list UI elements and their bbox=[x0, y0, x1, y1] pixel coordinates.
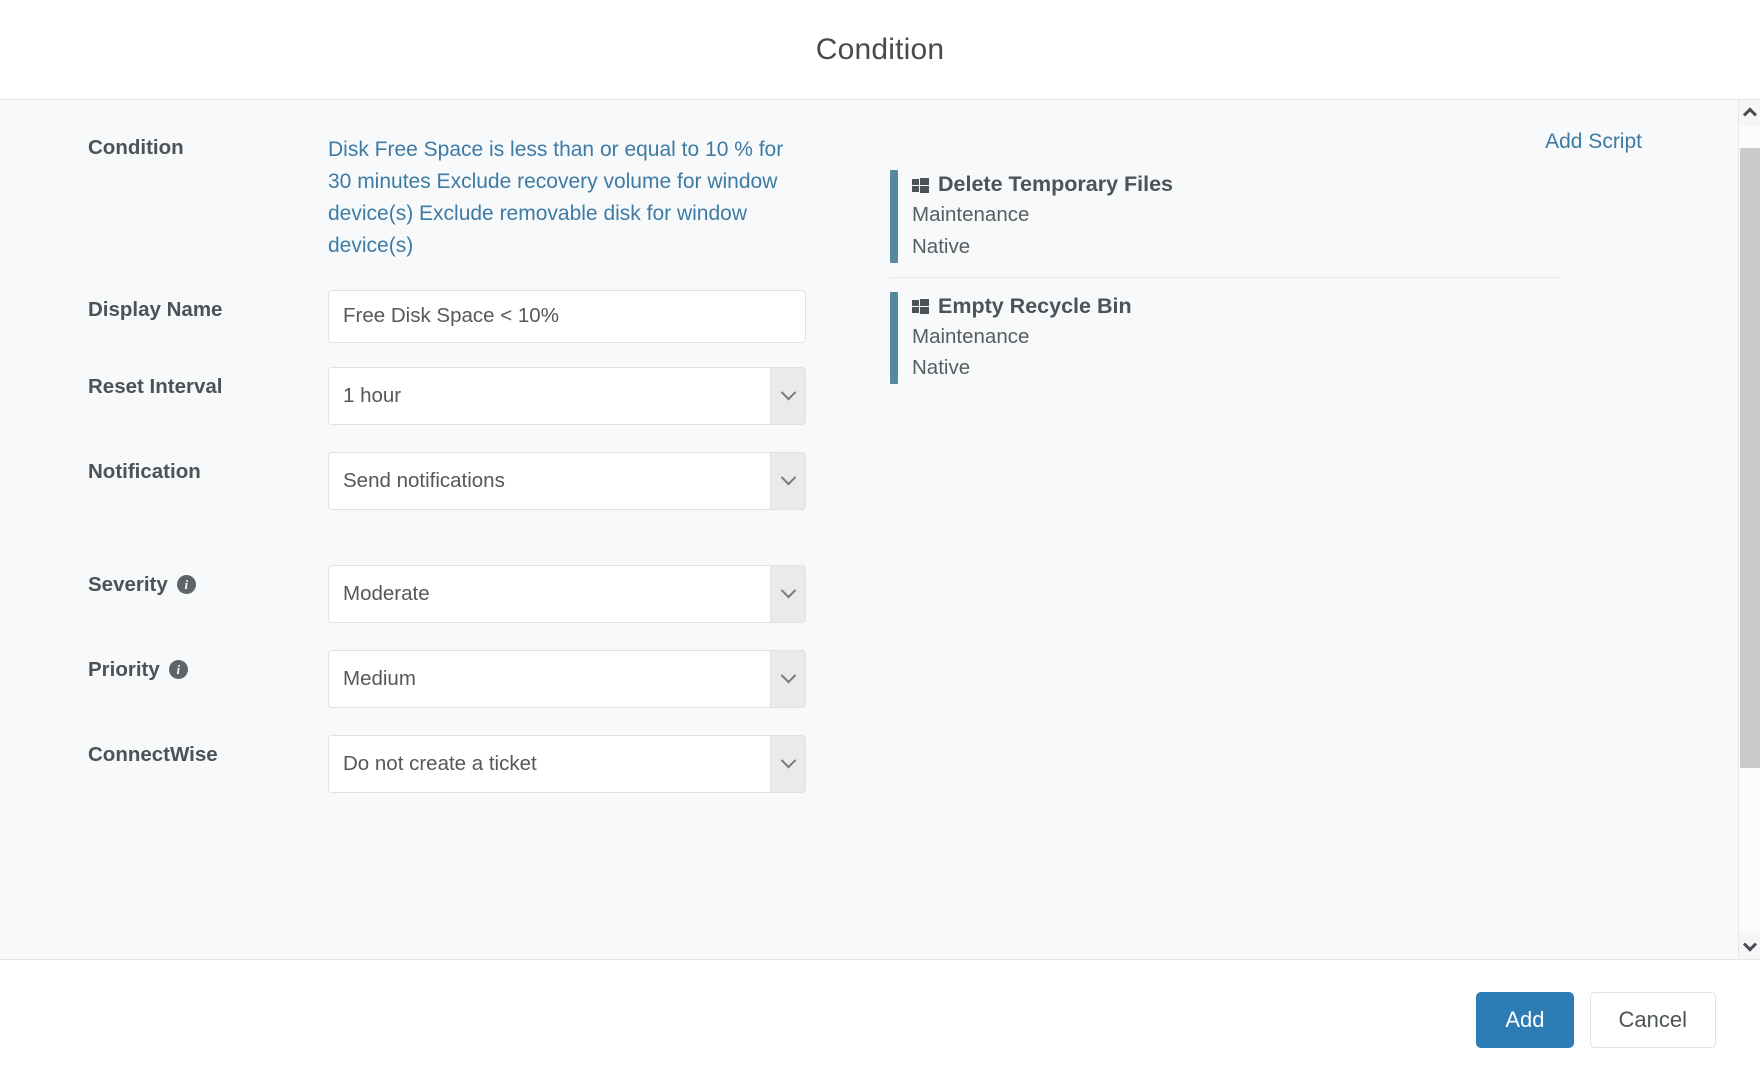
form-row-connectwise: ConnectWise Do not create a ticket bbox=[0, 734, 880, 793]
notification-dropdown-button[interactable] bbox=[770, 452, 805, 509]
scripts-panel: Add Script Delete Temporary Files Mainte… bbox=[880, 100, 1738, 959]
connectwise-value: Do not create a ticket bbox=[343, 751, 537, 775]
script-accent-bar bbox=[890, 291, 898, 385]
add-script-row: Add Script bbox=[890, 130, 1678, 154]
script-title: Empty Recycle Bin bbox=[912, 292, 1562, 321]
priority-dropdown-button[interactable] bbox=[770, 650, 805, 707]
cancel-button[interactable]: Cancel bbox=[1589, 991, 1716, 1048]
info-icon[interactable]: i bbox=[168, 660, 188, 680]
reset-interval-select[interactable]: 1 hour bbox=[328, 366, 806, 425]
chevron-down-icon bbox=[780, 385, 796, 401]
form-row-severity: Severity i Moderate bbox=[0, 564, 880, 623]
severity-label: Severity i bbox=[88, 565, 328, 597]
condition-description: Disk Free Space is less than or equal to… bbox=[328, 138, 784, 257]
script-title: Delete Temporary Files bbox=[912, 170, 1562, 199]
modal-body-content: Condition Disk Free Space is less than o… bbox=[0, 100, 1738, 959]
condition-modal: Condition Condition Disk Free Space is l… bbox=[0, 0, 1760, 1079]
windows-icon bbox=[912, 177, 929, 193]
script-info: Empty Recycle Bin Maintenance Native bbox=[912, 292, 1562, 385]
modal-footer: Add Cancel bbox=[0, 960, 1760, 1079]
add-button[interactable]: Add bbox=[1476, 991, 1574, 1048]
display-name-label: Display Name bbox=[88, 297, 223, 321]
condition-label: Condition bbox=[88, 136, 184, 159]
form-row-display-name: Display Name bbox=[0, 289, 880, 343]
script-title-text: Delete Temporary Files bbox=[938, 172, 1173, 196]
priority-value: Medium bbox=[343, 666, 416, 690]
modal-body: Condition Disk Free Space is less than o… bbox=[0, 100, 1760, 960]
priority-select[interactable]: Medium bbox=[328, 649, 806, 708]
condition-form: Condition Disk Free Space is less than o… bbox=[0, 100, 880, 959]
script-category: Maintenance bbox=[912, 324, 1030, 348]
page-title: Condition bbox=[815, 32, 945, 66]
scroll-down-button[interactable] bbox=[1738, 933, 1760, 959]
chevron-down-icon bbox=[780, 668, 796, 684]
priority-label: Priority i bbox=[88, 650, 328, 682]
notification-select[interactable]: Send notifications bbox=[328, 451, 806, 510]
form-row-condition: Condition Disk Free Space is less than o… bbox=[0, 134, 880, 262]
form-row-priority: Priority i Medium bbox=[0, 649, 880, 708]
scrollbar-thumb[interactable] bbox=[1739, 148, 1760, 768]
severity-label-text: Severity bbox=[88, 572, 168, 596]
form-row-reset-interval: Reset Interval 1 hour bbox=[0, 366, 880, 425]
form-row-notification: Notification Send notifications bbox=[0, 451, 880, 510]
modal-header: Condition bbox=[0, 0, 1760, 100]
script-info: Delete Temporary Files Maintenance Nativ… bbox=[912, 170, 1562, 263]
chevron-down-icon bbox=[1742, 937, 1757, 952]
notification-label: Notification bbox=[88, 459, 201, 483]
chevron-down-icon bbox=[780, 583, 796, 599]
script-title-text: Empty Recycle Bin bbox=[938, 293, 1132, 318]
connectwise-select[interactable]: Do not create a ticket bbox=[328, 734, 806, 793]
script-accent-bar bbox=[890, 170, 898, 263]
list-item[interactable]: Empty Recycle Bin Maintenance Native bbox=[890, 288, 1562, 399]
windows-icon bbox=[912, 298, 929, 315]
vertical-scrollbar[interactable] bbox=[1738, 100, 1760, 959]
severity-dropdown-button[interactable] bbox=[770, 565, 805, 622]
severity-select[interactable]: Moderate bbox=[328, 564, 806, 623]
chevron-down-icon bbox=[780, 470, 796, 486]
script-type: Native bbox=[912, 356, 971, 380]
info-icon[interactable]: i bbox=[176, 575, 196, 595]
reset-interval-value: 1 hour bbox=[343, 383, 402, 407]
display-name-input[interactable] bbox=[328, 289, 806, 343]
connectwise-dropdown-button[interactable] bbox=[770, 735, 805, 792]
script-type: Native bbox=[912, 234, 971, 258]
reset-interval-dropdown-button[interactable] bbox=[770, 367, 805, 424]
priority-label-text: Priority bbox=[88, 657, 160, 681]
scrollbar-track[interactable] bbox=[1738, 126, 1760, 933]
script-list: Delete Temporary Files Maintenance Nativ… bbox=[890, 166, 1562, 398]
add-script-link[interactable]: Add Script bbox=[1545, 130, 1642, 154]
scroll-up-button[interactable] bbox=[1738, 100, 1760, 126]
connectwise-label: ConnectWise bbox=[88, 742, 218, 766]
list-item[interactable]: Delete Temporary Files Maintenance Nativ… bbox=[890, 166, 1562, 278]
notification-value: Send notifications bbox=[343, 468, 505, 492]
severity-value: Moderate bbox=[343, 581, 430, 605]
chevron-down-icon bbox=[780, 753, 796, 769]
script-category: Maintenance bbox=[912, 203, 1030, 227]
chevron-up-icon bbox=[1742, 107, 1757, 122]
reset-interval-label: Reset Interval bbox=[88, 374, 223, 398]
